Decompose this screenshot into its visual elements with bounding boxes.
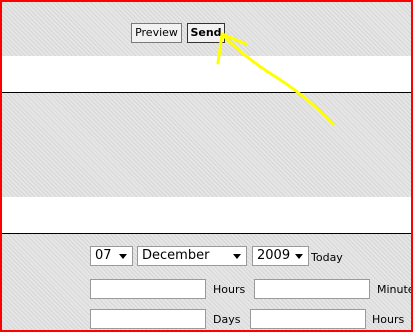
hours-input[interactable]: [90, 279, 206, 299]
send-button[interactable]: Send: [187, 23, 225, 43]
field-band-1: [2, 56, 411, 92]
chevron-down-icon: [119, 254, 127, 259]
month-value: December: [142, 248, 210, 263]
day-select[interactable]: 07: [90, 246, 133, 266]
today-link[interactable]: Today: [311, 251, 343, 265]
chevron-down-icon: [233, 254, 241, 259]
divider-1: [2, 92, 411, 93]
minute-label: Minute: [377, 283, 413, 296]
divider-2: [2, 233, 411, 234]
days-label: Days: [213, 313, 241, 326]
month-select[interactable]: December: [137, 246, 247, 266]
hours-label: Hours: [213, 283, 246, 296]
compose-panel: Preview Send 07 December 2009 Today Hour…: [0, 0, 413, 332]
minute-input[interactable]: [254, 279, 370, 299]
days-input[interactable]: [90, 309, 206, 329]
field-band-2: [2, 197, 411, 233]
hours-label-2: Hours: [372, 313, 405, 326]
day-value: 07: [95, 248, 112, 263]
chevron-down-icon: [295, 254, 303, 259]
hours-input-2[interactable]: [250, 309, 366, 329]
year-value: 2009: [257, 248, 291, 263]
preview-button[interactable]: Preview: [131, 23, 182, 43]
year-select[interactable]: 2009: [252, 246, 309, 266]
